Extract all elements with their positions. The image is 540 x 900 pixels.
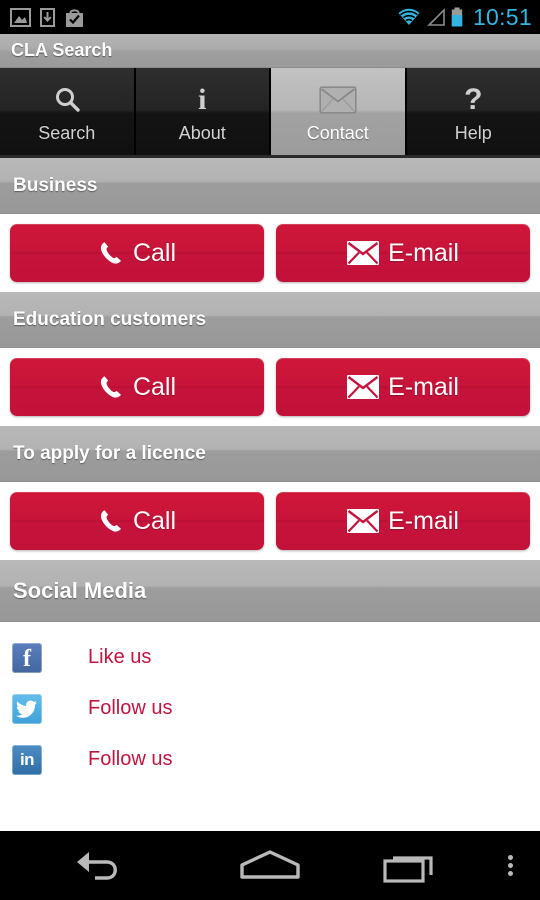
tab-contact[interactable]: Contact <box>271 68 407 155</box>
tab-about[interactable]: i About <box>135 68 271 155</box>
email-button-licence[interactable]: E-mail <box>276 492 530 550</box>
section-title: To apply for a licence <box>13 442 206 464</box>
menu-dot <box>507 871 513 876</box>
image-icon <box>10 7 31 27</box>
tab-label-help: Help <box>454 123 492 143</box>
back-icon[interactable] <box>0 831 200 900</box>
button-label: Call <box>132 506 177 535</box>
email-button-business[interactable]: E-mail <box>276 224 530 282</box>
social-media-list: f Like us Follow us in Follow us <box>0 622 540 785</box>
section-title: Education customers <box>13 308 207 330</box>
button-row-education: Call E-mail <box>0 348 540 426</box>
section-header-licence: To apply for a licence <box>0 426 540 482</box>
social-link-label: Follow us <box>88 748 173 770</box>
info-icon: i <box>198 83 207 116</box>
app-screen: 10:51 CLA Search Search i About Contact … <box>0 0 540 900</box>
status-bar-clock: 10:51 <box>472 3 532 30</box>
section-title: Social Media <box>13 577 147 603</box>
android-navigation-bar <box>0 831 540 900</box>
section-title: Business <box>13 174 98 196</box>
recents-icon[interactable] <box>340 831 480 900</box>
envelope-icon <box>347 241 380 265</box>
twitter-icon <box>12 693 42 724</box>
contact-content: Business Call E-mail Education customers <box>0 158 540 830</box>
social-row-twitter[interactable]: Follow us <box>0 683 540 734</box>
social-row-facebook[interactable]: f Like us <box>0 632 540 683</box>
facebook-icon: f <box>12 642 42 673</box>
button-label: E-mail <box>388 238 459 267</box>
linkedin-icon: in <box>12 744 42 775</box>
button-label: E-mail <box>388 372 459 401</box>
tab-label-about: About <box>178 123 226 143</box>
envelope-icon <box>319 79 357 121</box>
button-label: Call <box>132 238 177 267</box>
social-link-label: Follow us <box>88 697 173 719</box>
status-bar-left-icons <box>10 7 85 28</box>
download-icon <box>40 7 55 27</box>
tab-bar: Search i About Contact ? Help <box>0 68 540 158</box>
signal-icon <box>427 7 445 26</box>
social-link-label: Like us <box>88 646 152 668</box>
phone-icon <box>100 510 121 532</box>
phone-icon <box>100 376 121 398</box>
button-label: Call <box>132 372 177 401</box>
home-icon[interactable] <box>200 831 340 900</box>
email-button-education[interactable]: E-mail <box>276 358 530 416</box>
battery-icon <box>451 7 463 27</box>
button-row-licence: Call E-mail <box>0 482 540 560</box>
call-button-business[interactable]: Call <box>10 224 264 282</box>
question-icon: ? <box>464 83 483 116</box>
search-icon <box>52 79 82 121</box>
status-bar: 10:51 <box>0 0 540 34</box>
play-store-bag-icon <box>66 8 83 27</box>
status-bar-right-icons: 10:51 <box>397 4 532 31</box>
section-header-social-media: Social Media <box>0 560 540 622</box>
menu-dot <box>507 863 513 868</box>
call-button-education[interactable]: Call <box>10 358 264 416</box>
call-button-licence[interactable]: Call <box>10 492 264 550</box>
overflow-menu-icon[interactable] <box>480 831 540 900</box>
tab-search[interactable]: Search <box>0 68 136 155</box>
tab-label-search: Search <box>38 123 96 143</box>
button-label: E-mail <box>388 506 459 535</box>
tab-help[interactable]: ? Help <box>406 68 540 155</box>
button-row-business: Call E-mail <box>0 214 540 292</box>
social-row-linkedin[interactable]: in Follow us <box>0 734 540 785</box>
phone-icon <box>100 242 121 264</box>
section-header-business: Business <box>0 158 540 214</box>
envelope-icon <box>347 375 380 399</box>
menu-dot <box>507 855 513 860</box>
section-header-education: Education customers <box>0 292 540 348</box>
tab-label-contact: Contact <box>306 123 369 143</box>
envelope-icon <box>347 509 380 533</box>
app-title-bar: CLA Search <box>0 34 540 68</box>
wifi-icon <box>398 8 420 25</box>
page-title: CLA Search <box>11 40 113 60</box>
